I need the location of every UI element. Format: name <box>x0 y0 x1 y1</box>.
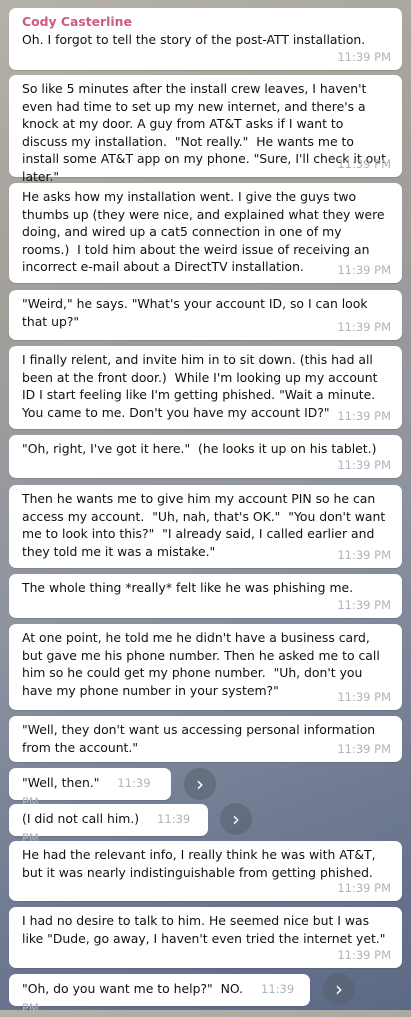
message-bubble: "Oh, right, I've got it here." (he looks… <box>9 435 402 478</box>
message-text: (I did not call him.) <box>22 811 140 826</box>
message-time: 11:39 PM <box>337 408 391 423</box>
message-bubble: "Well, they don't want us accessing pers… <box>9 716 402 762</box>
message-bubble: I finally relent, and invite him in to s… <box>9 346 402 429</box>
message-bubble: The whole thing *really* felt like he wa… <box>9 574 402 618</box>
chevron-right-icon: › <box>196 772 204 796</box>
message-bubble: At one point, he told me he didn't have … <box>9 624 402 710</box>
message-time: 11:39 PM <box>337 689 391 704</box>
message-text: Oh. I forgot to tell the story of the po… <box>22 31 366 47</box>
chevron-right-icon: › <box>335 977 343 1001</box>
message-time: 11:39 PM <box>337 319 391 334</box>
message-bubble: Cody Casterline Oh. I forgot to tell the… <box>9 8 402 70</box>
message-text: The whole thing *really* felt like he wa… <box>22 580 354 595</box>
message-bubble: "Weird," he says. "What's your account I… <box>9 290 402 340</box>
message-text: "Oh, right, I've got it here." (he looks… <box>22 441 377 456</box>
chevron-right-icon: › <box>232 807 240 831</box>
message-text: He had the relevant info, I really think… <box>22 847 380 880</box>
message-time: 11:39 PM <box>337 156 391 171</box>
message-text: I had no desire to talk to him. He seeme… <box>22 913 386 946</box>
message-time: 11:39 PM <box>337 741 391 756</box>
message-bubble: So like 5 minutes after the install crew… <box>9 75 402 184</box>
message-time: 11:39 PM <box>337 262 391 277</box>
share-button[interactable]: › <box>323 973 355 1005</box>
message-bubble: "Oh, do you want me to help?" NO. 11:39 … <box>9 974 310 1015</box>
message-time: 11:39 PM <box>337 547 391 562</box>
message-bubble: "Well, then." 11:39 PM <box>9 768 171 809</box>
message-bubble: (I did not call him.) 11:39 PM <box>9 804 208 845</box>
share-button[interactable]: › <box>220 803 252 835</box>
message-time: 11:39 PM <box>337 947 391 962</box>
message-bubble: Then he wants me to give him my account … <box>9 485 402 568</box>
message-time: 11:39 PM <box>337 880 391 895</box>
message-time: 11:39 PM <box>337 597 391 612</box>
message-bubble: I had no desire to talk to him. He seeme… <box>9 907 402 968</box>
message-text: "Well, then." <box>22 775 100 790</box>
author-name[interactable]: Cody Casterline <box>22 13 392 31</box>
message-bubble: He asks how my installation went. I give… <box>9 183 402 283</box>
message-text: "Oh, do you want me to help?" NO. <box>22 981 244 996</box>
message-time: 11:39 PM <box>337 49 391 64</box>
message-bubble: He had the relevant info, I really think… <box>9 841 402 901</box>
share-button[interactable]: › <box>184 768 216 800</box>
message-time: 11:39 PM <box>337 457 391 472</box>
